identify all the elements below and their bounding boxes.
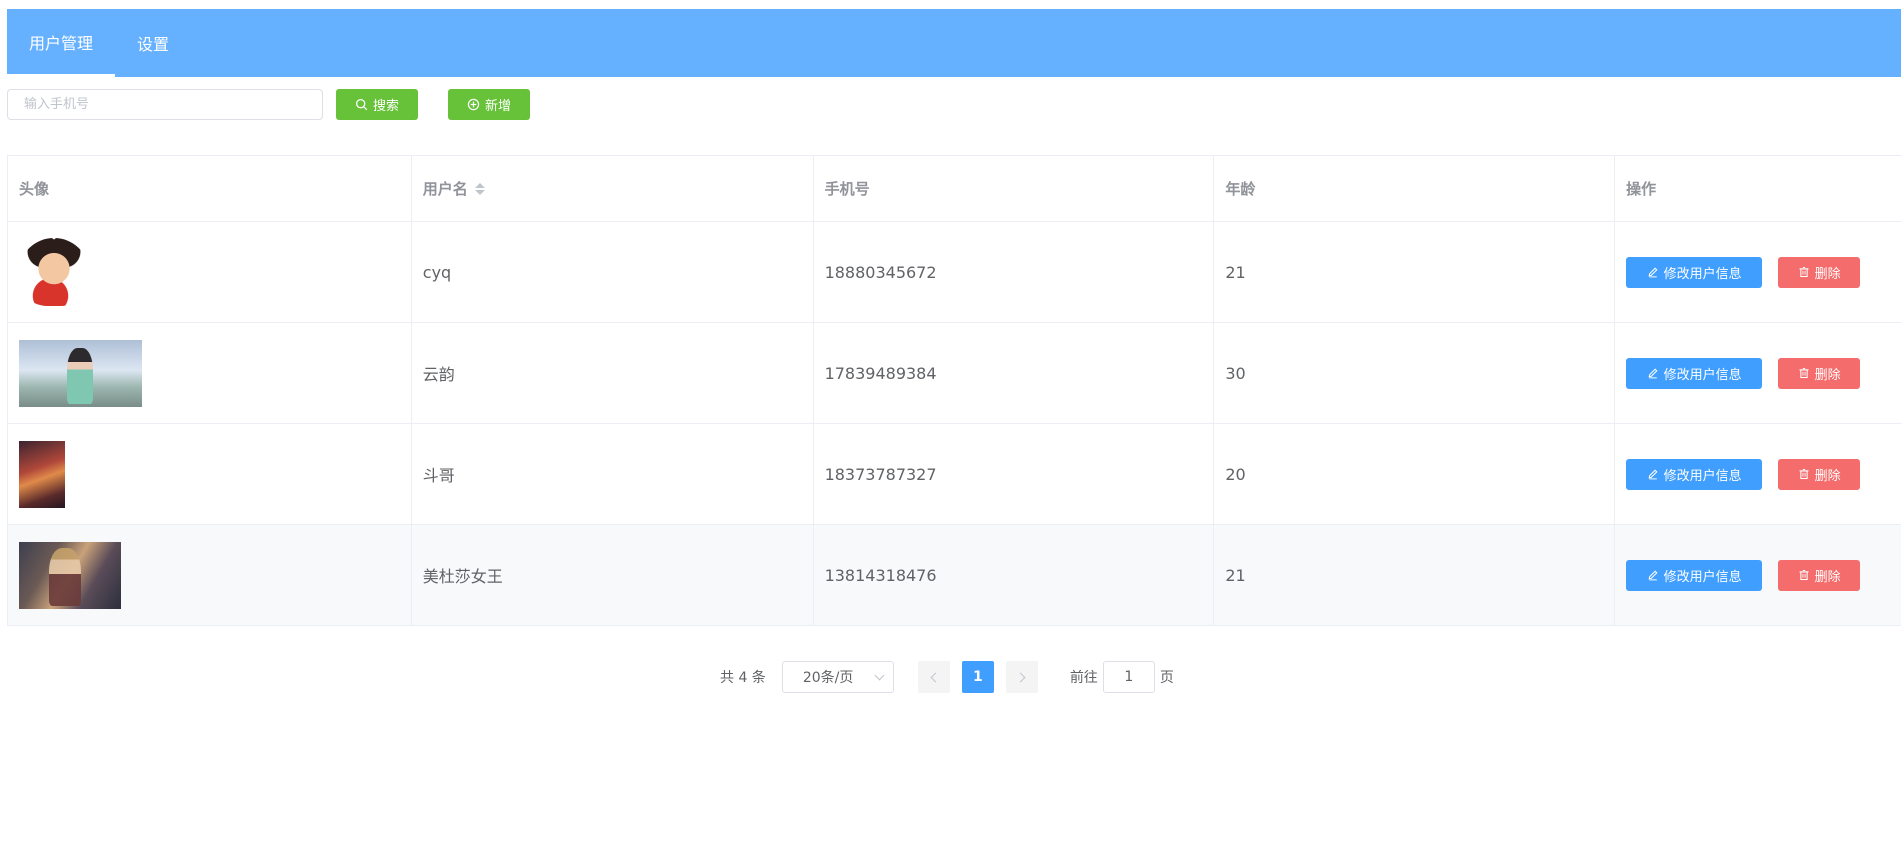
edit-button-label: 修改用户信息 (1663, 266, 1742, 282)
avatar (19, 541, 121, 609)
user-table: 头像 用户名 手机号 年龄 操作 cyq 18880345672 21 修改用户… (7, 155, 1901, 626)
column-header-age: 年龄 (1214, 156, 1616, 221)
edit-button-label: 修改用户信息 (1663, 367, 1742, 383)
actions-cell: 修改用户信息 删除 (1615, 323, 1901, 423)
username-cell: cyq (412, 222, 814, 322)
top-nav-bar: 用户管理 设置 (7, 9, 1901, 77)
chevron-down-icon (874, 670, 885, 680)
search-icon (355, 98, 368, 111)
tab-settings[interactable]: 设置 (115, 9, 191, 77)
prev-page-button[interactable] (917, 661, 950, 693)
sort-caret-icon[interactable] (474, 182, 485, 195)
trash-icon (1799, 569, 1809, 581)
edit-button-label: 修改用户信息 (1663, 468, 1742, 484)
toolbar: 搜索 新增 (7, 89, 707, 120)
pagination: 共 4 条 20条/页 1 前往 页 (720, 661, 1174, 693)
column-header-avatar: 头像 (8, 156, 412, 221)
column-header-phone: 手机号 (814, 156, 1215, 221)
delete-button-label: 删除 (1814, 367, 1841, 383)
delete-user-button[interactable]: 删除 (1778, 256, 1861, 288)
table-header-row: 头像 用户名 手机号 年龄 操作 (8, 156, 1901, 222)
age-cell: 21 (1214, 525, 1616, 625)
phone-cell: 17839489384 (814, 323, 1215, 423)
table-row: cyq 18880345672 21 修改用户信息 删除 (8, 222, 1901, 323)
delete-user-button[interactable]: 删除 (1778, 458, 1861, 490)
username-cell: 美杜莎女王 (412, 525, 814, 625)
search-button[interactable]: 搜索 (336, 89, 418, 120)
edit-user-button[interactable]: 修改用户信息 (1626, 559, 1763, 591)
delete-user-button[interactable]: 删除 (1778, 559, 1861, 591)
avatar-cell (8, 424, 412, 524)
edit-button-label: 修改用户信息 (1663, 569, 1742, 585)
phone-cell: 18373787327 (814, 424, 1215, 524)
phone-search-input[interactable] (7, 89, 323, 120)
avatar (19, 238, 89, 306)
age-cell: 30 (1214, 323, 1616, 423)
next-page-button[interactable] (1005, 661, 1038, 693)
delete-user-button[interactable]: 删除 (1778, 357, 1861, 389)
username-cell: 斗哥 (412, 424, 814, 524)
jump-suffix-label: 页 (1159, 670, 1174, 686)
avatar (19, 339, 142, 407)
tab-user-management[interactable]: 用户管理 (7, 9, 116, 77)
edit-user-button[interactable]: 修改用户信息 (1626, 256, 1763, 288)
chevron-left-icon (930, 672, 941, 682)
delete-button-label: 删除 (1814, 266, 1841, 282)
username-cell: 云韵 (412, 323, 814, 423)
trash-icon (1799, 367, 1809, 379)
edit-user-button[interactable]: 修改用户信息 (1626, 458, 1763, 490)
table-row: 美杜莎女王 13814318476 21 修改用户信息 删除 (8, 525, 1901, 626)
edit-icon (1648, 267, 1658, 278)
chevron-right-icon (1015, 672, 1026, 682)
avatar (19, 440, 65, 508)
trash-icon (1799, 266, 1809, 278)
page-jump-input[interactable] (1102, 661, 1155, 693)
actions-cell: 修改用户信息 删除 (1615, 222, 1901, 322)
age-cell: 21 (1214, 222, 1616, 322)
delete-button-label: 删除 (1814, 468, 1841, 484)
page-size-select[interactable]: 20条/页 (781, 661, 894, 693)
column-header-actions: 操作 (1626, 180, 1657, 198)
edit-user-button[interactable]: 修改用户信息 (1626, 357, 1763, 389)
table-row: 云韵 17839489384 30 修改用户信息 删除 (8, 323, 1901, 424)
avatar-cell (8, 525, 412, 625)
actions-cell: 修改用户信息 删除 (1615, 424, 1901, 524)
edit-icon (1648, 469, 1658, 480)
avatar-cell (8, 323, 412, 423)
page-number-current[interactable]: 1 (961, 661, 994, 693)
delete-button-label: 删除 (1814, 569, 1841, 585)
phone-cell: 18880345672 (814, 222, 1215, 322)
circle-plus-icon (467, 98, 480, 111)
column-header-username-label: 用户名 (422, 180, 468, 198)
pagination-total: 共 4 条 (720, 670, 766, 686)
column-header-username[interactable]: 用户名 (412, 156, 814, 221)
edit-icon (1648, 570, 1658, 581)
search-button-label: 搜索 (372, 99, 399, 114)
trash-icon (1799, 468, 1809, 480)
page-size-value: 20条/页 (802, 670, 854, 686)
edit-icon (1648, 368, 1658, 379)
avatar-cell (8, 222, 412, 322)
phone-cell: 13814318476 (814, 525, 1215, 625)
table-row: 斗哥 18373787327 20 修改用户信息 删除 (8, 424, 1901, 525)
actions-cell: 修改用户信息 删除 (1615, 525, 1901, 625)
add-button-label: 新增 (484, 99, 511, 114)
add-user-button[interactable]: 新增 (448, 89, 530, 120)
jump-prefix-label: 前往 (1069, 670, 1098, 686)
age-cell: 20 (1214, 424, 1616, 524)
